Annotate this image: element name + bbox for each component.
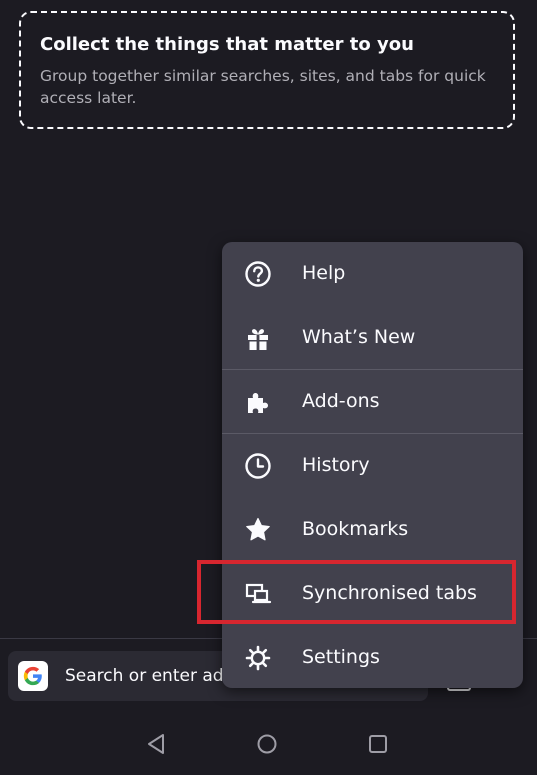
menu-item-label: Add-ons bbox=[302, 390, 380, 412]
help-icon bbox=[244, 260, 272, 288]
gift-icon bbox=[244, 324, 272, 352]
menu-item-history[interactable]: History bbox=[222, 434, 523, 498]
menu-item-help[interactable]: Help bbox=[222, 242, 523, 306]
menu-item-label: Bookmarks bbox=[302, 518, 409, 540]
highlight-annotation bbox=[197, 560, 516, 624]
home-icon[interactable] bbox=[254, 731, 280, 757]
menu-item-label: What’s New bbox=[302, 326, 416, 348]
menu-item-add-ons[interactable]: Add-ons bbox=[222, 370, 523, 434]
menu-item-label: Help bbox=[302, 262, 346, 284]
collections-title: Collect the things that matter to you bbox=[40, 34, 414, 55]
collections-description: Group together similar searches, sites, … bbox=[40, 67, 486, 107]
google-logo-icon[interactable] bbox=[18, 661, 48, 691]
back-icon[interactable] bbox=[143, 731, 169, 757]
gear-icon bbox=[244, 644, 272, 672]
menu-item-bookmarks[interactable]: Bookmarks bbox=[222, 498, 523, 562]
collections-placeholder-card: Collect the things that matter to you Gr… bbox=[19, 11, 515, 129]
system-nav-bar bbox=[0, 715, 537, 775]
menu-item-settings[interactable]: Settings bbox=[222, 626, 523, 688]
menu-item-label: Settings bbox=[302, 646, 380, 668]
clock-icon bbox=[244, 452, 272, 480]
puzzle-icon bbox=[244, 388, 272, 416]
star-icon bbox=[244, 516, 272, 544]
menu-item-whats-new[interactable]: What’s New bbox=[222, 306, 523, 370]
menu-item-label: History bbox=[302, 454, 370, 476]
search-placeholder-text: Search or enter ad bbox=[65, 666, 224, 686]
recents-icon[interactable] bbox=[365, 731, 391, 757]
